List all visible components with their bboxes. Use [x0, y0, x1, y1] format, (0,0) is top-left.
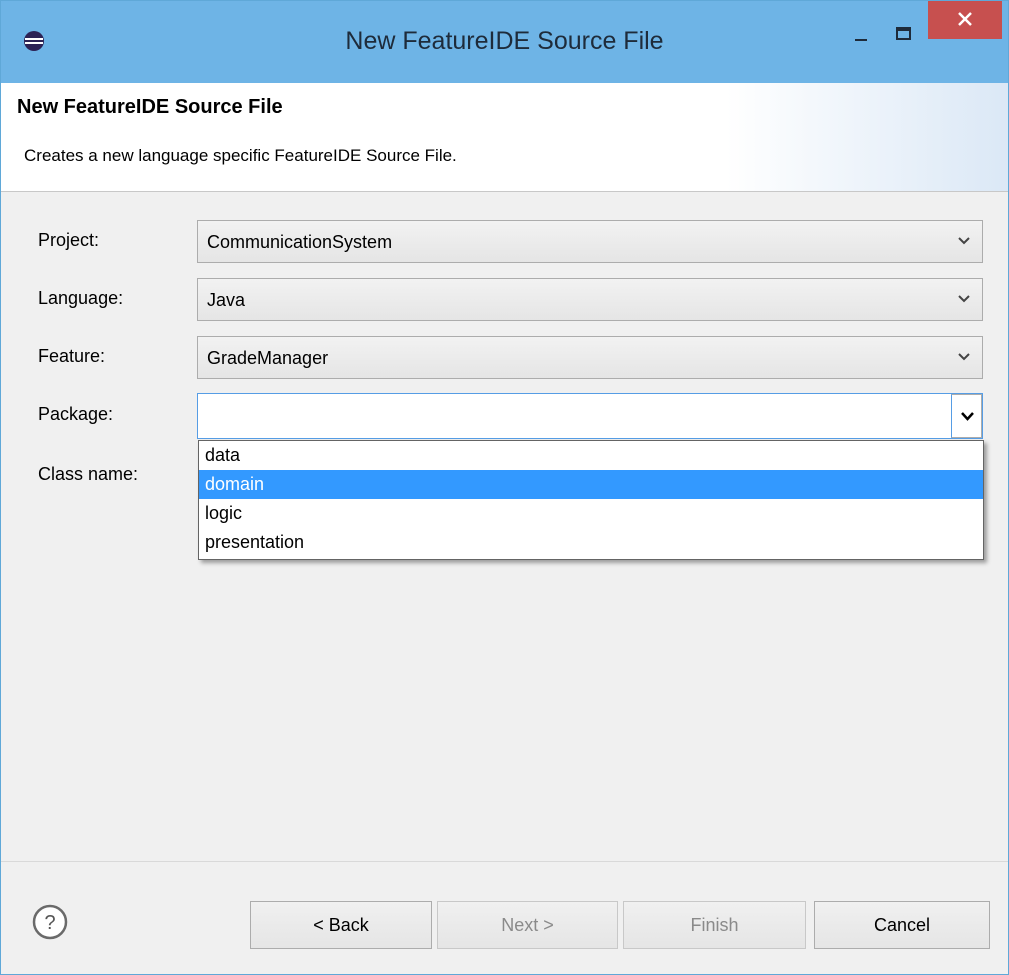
- wizard-description: Creates a new language specific FeatureI…: [24, 146, 457, 165]
- project-value: CommunicationSystem: [207, 232, 393, 252]
- language-label: Language:: [38, 288, 124, 308]
- dialog-window: New FeatureIDE Source File New FeatureID…: [0, 0, 1009, 975]
- cancel-button[interactable]: Cancel: [814, 901, 990, 949]
- dropdown-option-logic[interactable]: logic: [199, 499, 983, 528]
- footer-divider: [1, 861, 1008, 862]
- project-combo[interactable]: CommunicationSystem: [197, 220, 983, 263]
- language-combo[interactable]: Java: [197, 278, 983, 321]
- title-bar[interactable]: New FeatureIDE Source File: [1, 1, 1008, 83]
- wizard-title: New FeatureIDE Source File: [17, 96, 283, 118]
- dropdown-option-data[interactable]: data: [199, 441, 983, 470]
- minimize-icon: [855, 39, 867, 41]
- package-label: Package:: [38, 404, 114, 424]
- wizard-header: New FeatureIDE Source File Creates a new…: [1, 83, 1008, 192]
- feature-label: Feature:: [38, 346, 106, 366]
- project-label: Project:: [38, 230, 100, 250]
- package-combo[interactable]: [197, 393, 983, 439]
- package-dropdown-list: data domain logic presentation: [198, 440, 984, 560]
- maximize-icon: [896, 27, 911, 40]
- back-button[interactable]: < Back: [250, 901, 432, 949]
- svg-text:?: ?: [44, 912, 55, 934]
- package-dropdown-button[interactable]: [951, 394, 982, 438]
- class-name-label: Class name:: [38, 464, 139, 484]
- package-input[interactable]: [204, 402, 948, 430]
- feature-value: GradeManager: [207, 348, 329, 368]
- finish-button[interactable]: Finish: [623, 901, 806, 949]
- chevron-down-icon: [961, 412, 974, 421]
- chevron-down-icon: [958, 237, 970, 245]
- chevron-down-icon: [958, 353, 970, 361]
- close-button[interactable]: [928, 1, 1002, 39]
- dropdown-option-presentation[interactable]: presentation: [199, 528, 983, 557]
- minimize-button[interactable]: [844, 19, 878, 49]
- feature-combo[interactable]: GradeManager: [197, 336, 983, 379]
- chevron-down-icon: [958, 295, 970, 303]
- help-icon[interactable]: ?: [32, 904, 68, 940]
- maximize-button[interactable]: [886, 19, 920, 49]
- next-button[interactable]: Next >: [437, 901, 618, 949]
- language-value: Java: [207, 290, 246, 310]
- close-icon: [958, 12, 972, 26]
- dropdown-option-domain[interactable]: domain: [199, 470, 983, 499]
